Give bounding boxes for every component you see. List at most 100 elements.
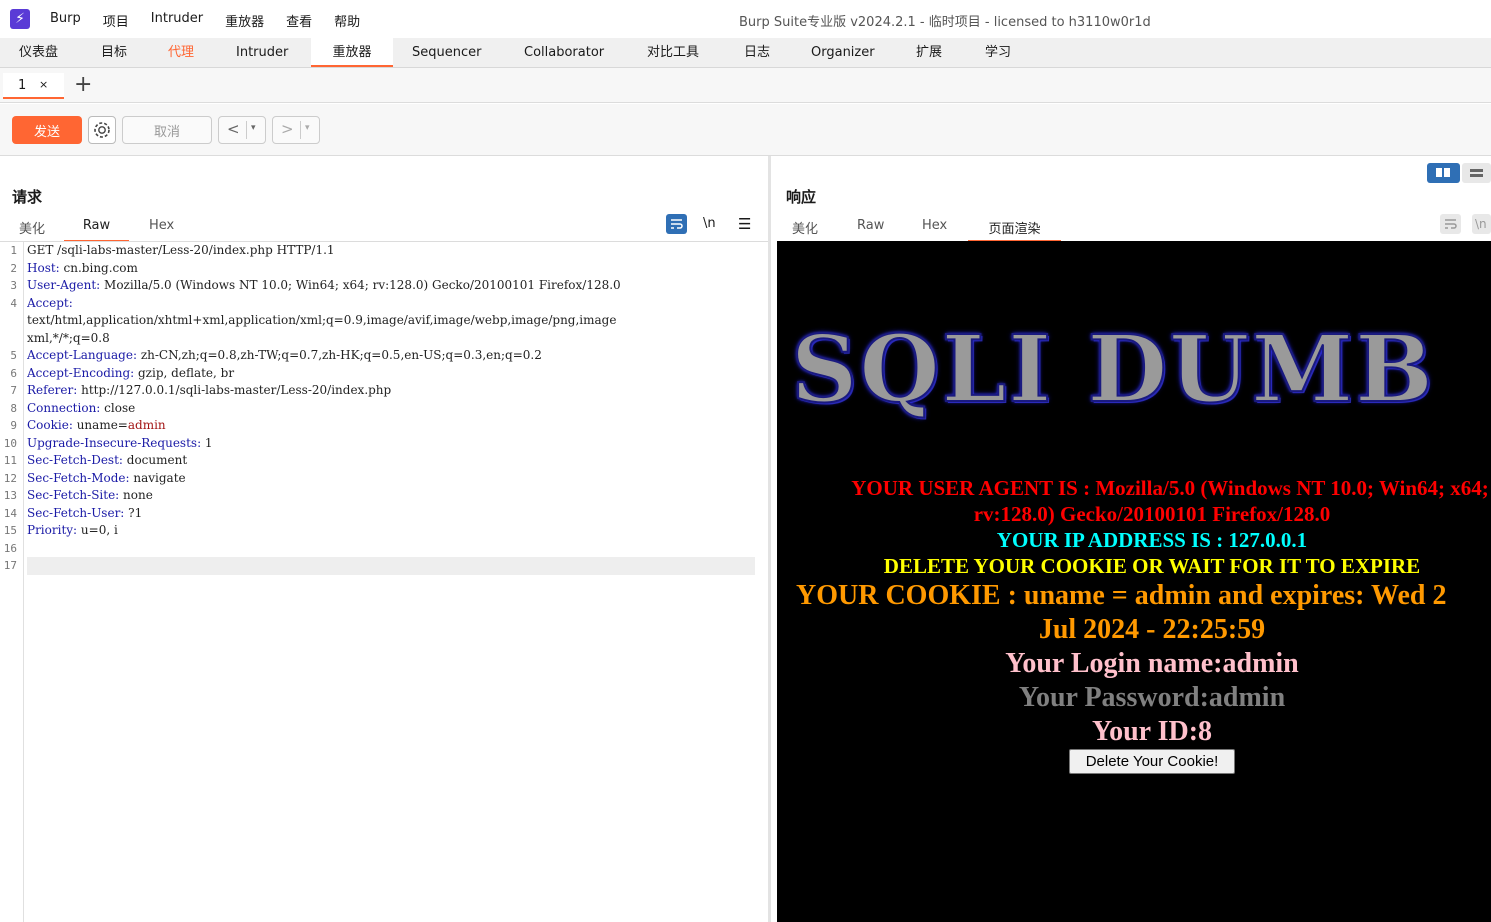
tab-repeater[interactable]: 重放器 [311,38,393,67]
code-line[interactable]: GET /sqli-labs-master/Less-20/index.php … [27,242,755,260]
chevron-down-icon[interactable]: ▾ [305,123,310,133]
password-line: Your Password:admin [1018,682,1286,713]
code-line[interactable]: Upgrade-Insecure-Requests: 1 [27,435,755,453]
code-line[interactable]: xml,*/*;q=0.8 [27,330,755,348]
line-number: 11 [3,454,17,467]
code-line[interactable]: Referer: http://127.0.0.1/sqli-labs-mast… [27,382,755,400]
cookie-line-2: Jul 2024 - 22:25:59 [1038,614,1266,645]
header-key: Sec-Fetch-Site: [27,488,120,502]
tab-intruder[interactable]: Intruder [226,38,298,67]
code-line[interactable] [27,557,755,575]
wrap-icon[interactable] [1440,214,1461,234]
tab-collaborator[interactable]: Collaborator [514,38,614,67]
tab-target[interactable]: 目标 [91,38,137,67]
chevron-down-icon[interactable]: ▾ [251,123,256,133]
tab-learn[interactable]: 学习 [975,38,1021,67]
request-tab-raw[interactable]: Raw [64,218,129,242]
header-key: Accept: [27,295,73,310]
request-editor[interactable]: 1 2 3 4 5 6 7 8 9 10 11 12 13 14 15 16 17 GET /sqli-labs… [0,242,768,922]
menu-repeater[interactable]: 重放器 [225,11,264,30]
code-line[interactable]: Connection: close [27,400,755,418]
cookie-value: admin [127,418,166,432]
pane-divider[interactable] [768,156,771,922]
header-value: Mozilla/5.0 (Windows NT 10.0; Win64; x64… [100,278,621,292]
tab-sequencer[interactable]: Sequencer [402,38,491,67]
menu-view[interactable]: 查看 [286,11,312,30]
line-number: 8 [10,401,17,415]
line-number: 15 [3,524,17,537]
header-key: Sec-Fetch-Dest: [27,453,123,467]
header-value: document [122,453,188,467]
newline-icon[interactable]: \n [703,216,716,231]
line-number: 16 [3,541,17,555]
request-tab-pretty[interactable]: 美化 [19,218,45,242]
rendered-page: SQLI DUMB YOUR USER AGENT IS : Mozilla/5… [777,241,1491,922]
code-line[interactable]: Accept-Language: zh-CN,zh;q=0.8,zh-TW;q=… [27,347,755,365]
sqli-dumb-banner: SQLI DUMB [790,314,1435,424]
code-line[interactable]: Sec-Fetch-Mode: navigate [27,470,755,488]
tab-logger[interactable]: 日志 [734,38,780,67]
line-number: 4 [10,296,17,310]
header-value: u=0, i [77,523,118,537]
delete-cookie-notice: DELETE YOUR COOKIE OR WAIT FOR IT TO EXP… [883,554,1421,578]
header-value: gzip, deflate, br [134,365,235,380]
header-value: none [119,488,153,502]
request-code[interactable]: GET /sqli-labs-master/Less-20/index.php … [27,242,755,575]
request-tab-hex[interactable]: Hex [149,218,174,242]
window-title: Burp Suite专业版 v2024.2.1 - 临时项目 - license… [739,15,1151,30]
forward-button[interactable]: > ▾ [272,116,320,144]
response-tab-raw[interactable]: Raw [857,218,884,242]
header-value: cn.bing.com [59,260,138,275]
delete-cookie-button[interactable]: Delete Your Cookie! [1069,749,1235,774]
code-line[interactable]: text/html,application/xhtml+xml,applicat… [27,312,755,330]
send-button[interactable]: 发送 [12,116,82,144]
header-key: Host: [27,260,60,275]
split-view-icon[interactable] [1427,163,1460,183]
code-line[interactable]: Accept-Encoding: gzip, deflate, br [27,365,755,383]
line-number [0,312,23,330]
tab-comparer[interactable]: 对比工具 [637,38,709,67]
stacked-view-icon[interactable] [1462,163,1491,183]
close-icon[interactable]: × [39,78,48,91]
settings-button[interactable] [88,116,116,144]
line-number: 17 [3,559,17,572]
menu-icon[interactable]: ☰ [738,215,751,233]
response-tab-hex[interactable]: Hex [922,218,947,242]
back-button[interactable]: < ▾ [218,116,266,144]
add-tab-button[interactable]: + [74,72,92,97]
menu-project[interactable]: 项目 [103,11,129,30]
layout-toggle [1427,163,1491,183]
line-number: 1 [10,244,17,257]
code-line[interactable]: Sec-Fetch-Site: none [27,487,755,505]
header-value: http://127.0.0.1/sqli-labs-master/Less-2… [77,383,392,397]
tab-organizer[interactable]: Organizer [801,38,885,67]
code-line[interactable]: Cookie: uname=admin [27,417,755,435]
tab-extensions[interactable]: 扩展 [906,38,952,67]
code-line[interactable] [27,540,755,558]
code-line[interactable]: Accept: [27,295,755,313]
code-line[interactable]: Sec-Fetch-User: ?1 [27,505,755,523]
code-line[interactable]: Host: cn.bing.com [27,260,755,278]
cookie-line-1: YOUR COOKIE : uname = admin and expires:… [796,580,1447,611]
tab-dashboard[interactable]: 仪表盘 [9,38,68,67]
line-number: 7 [10,384,17,397]
wrap-icon[interactable] [666,214,687,234]
tab-proxy[interactable]: 代理 [158,38,204,67]
menu-intruder[interactable]: Intruder [151,11,203,30]
code-line[interactable]: Priority: u=0, i [27,522,755,540]
repeater-tab-1[interactable]: 1 × [3,73,64,99]
response-tab-pretty[interactable]: 美化 [792,218,818,242]
menu-help[interactable]: 帮助 [334,11,360,30]
code-line[interactable]: Sec-Fetch-Dest: document [27,452,755,470]
header-value: uname= [72,418,128,432]
line-number: 13 [3,489,17,502]
header-value: GET /sqli-labs-master/Less-20/index.php … [27,243,335,257]
cancel-button[interactable]: 取消 [122,116,212,144]
menu-burp[interactable]: Burp [50,11,81,30]
newline-icon[interactable]: \n [1472,214,1491,234]
line-number: 9 [10,419,17,432]
response-tab-render[interactable]: 页面渲染 [968,218,1061,242]
header-key: Cookie: [27,418,73,432]
code-line[interactable]: User-Agent: Mozilla/5.0 (Windows NT 10.0… [27,277,755,295]
repeater-tab-label: 1 [18,78,27,93]
